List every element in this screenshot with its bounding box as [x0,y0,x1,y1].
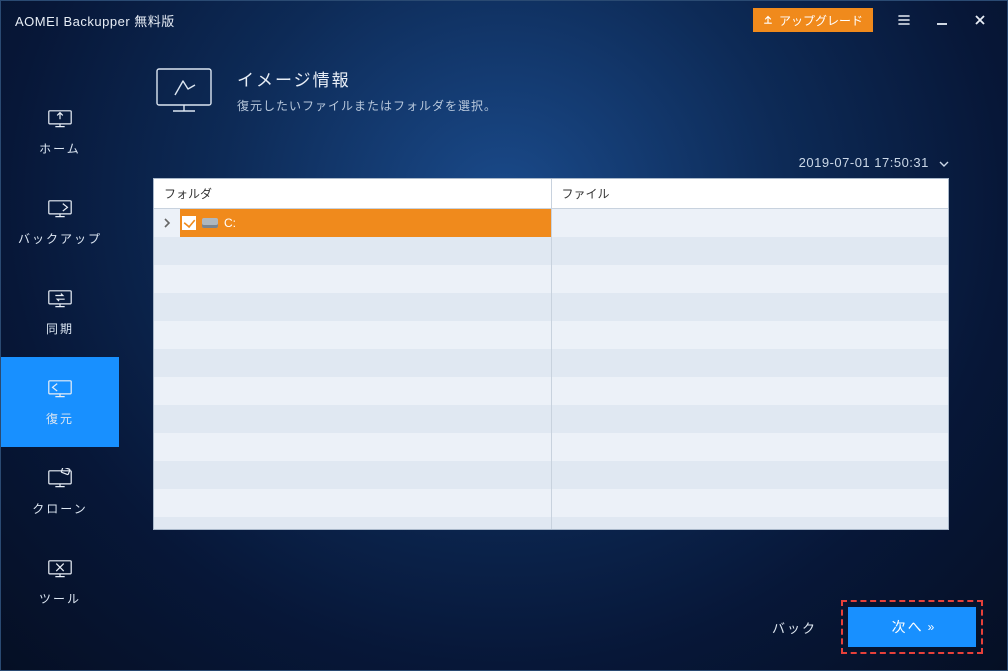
table-row [552,209,949,237]
app-title: AOMEI Backupper 無料版 [15,11,175,30]
sidebar-item-label: 同期 [46,320,74,337]
folder-column-header: フォルダ [154,179,551,209]
app-window: AOMEI Backupper 無料版 アップグレード [0,0,1008,671]
next-button-highlight: 次へ » [841,600,983,654]
upload-icon [763,13,773,27]
disk-icon [202,218,218,228]
folder-column: フォルダ C: [154,179,551,529]
backup-icon [46,198,74,220]
table-row [552,349,949,377]
folder-row[interactable]: C: [154,209,551,237]
table-row [154,349,551,377]
folder-checkbox[interactable] [182,216,196,230]
table-row [552,461,949,489]
sidebar-item-restore[interactable]: 復元 [1,357,119,447]
sidebar-item-label: ホーム [39,140,81,157]
table-row [552,433,949,461]
table-row [154,461,551,489]
sidebar-item-label: 復元 [46,410,74,427]
sidebar-item-label: バックアップ [18,230,102,247]
chevron-down-icon [939,155,949,170]
page-title: イメージ情報 [237,66,497,91]
sidebar-item-tools[interactable]: ツール [1,537,119,627]
file-browser-panel: フォルダ C: [153,178,949,530]
table-row [552,237,949,265]
close-button[interactable] [971,11,989,29]
table-row [552,321,949,349]
next-button[interactable]: 次へ » [848,607,976,647]
table-row [154,321,551,349]
footer: バック 次へ » [772,600,983,654]
upgrade-button[interactable]: アップグレード [753,8,873,32]
file-rows [552,209,949,529]
timestamp-dropdown[interactable]: 2019-07-01 17:50:31 [153,155,949,170]
restore-icon [46,378,74,400]
sidebar-item-label: ツール [39,590,81,607]
page-header: イメージ情報 復元したいファイルまたはフォルダを選択。 [153,65,973,115]
sidebar-item-sync[interactable]: 同期 [1,267,119,357]
menu-icon[interactable] [895,11,913,29]
table-row [552,517,949,529]
table-row [154,237,551,265]
sidebar-item-label: クローン [32,500,87,517]
table-row [154,405,551,433]
table-row [154,377,551,405]
table-row [552,405,949,433]
page-subtitle: 復元したいファイルまたはフォルダを選択。 [237,97,497,114]
table-row [154,265,551,293]
sidebar-item-home[interactable]: ホーム [1,87,119,177]
file-column: ファイル [551,179,949,529]
table-row [552,489,949,517]
table-row [552,293,949,321]
next-label: 次へ [892,617,924,637]
tools-icon [46,558,74,580]
table-row [552,377,949,405]
main-content: イメージ情報 復元したいファイルまたはフォルダを選択。 2019-07-01 1… [119,39,1007,670]
back-button[interactable]: バック [772,618,817,637]
table-row [552,265,949,293]
clone-icon [46,468,74,490]
file-column-header: ファイル [552,179,949,209]
table-row [154,293,551,321]
sidebar-item-backup[interactable]: バックアップ [1,177,119,267]
sync-icon [46,288,74,310]
chevron-right-icon[interactable] [154,209,180,237]
sidebar-item-clone[interactable]: クローン [1,447,119,537]
upgrade-label: アップグレード [779,12,863,29]
drive-label: C: [224,216,236,230]
double-chevron-right-icon: » [928,620,933,634]
folder-rows: C: [154,209,551,529]
titlebar: AOMEI Backupper 無料版 アップグレード [1,1,1007,39]
minimize-button[interactable] [933,11,951,29]
image-info-icon [153,65,215,115]
sidebar: ホーム バックアップ 同期 復元 [1,39,119,670]
table-row [154,489,551,517]
table-row [154,433,551,461]
table-row [154,517,551,529]
home-icon [46,108,74,130]
timestamp-value: 2019-07-01 17:50:31 [799,155,929,170]
